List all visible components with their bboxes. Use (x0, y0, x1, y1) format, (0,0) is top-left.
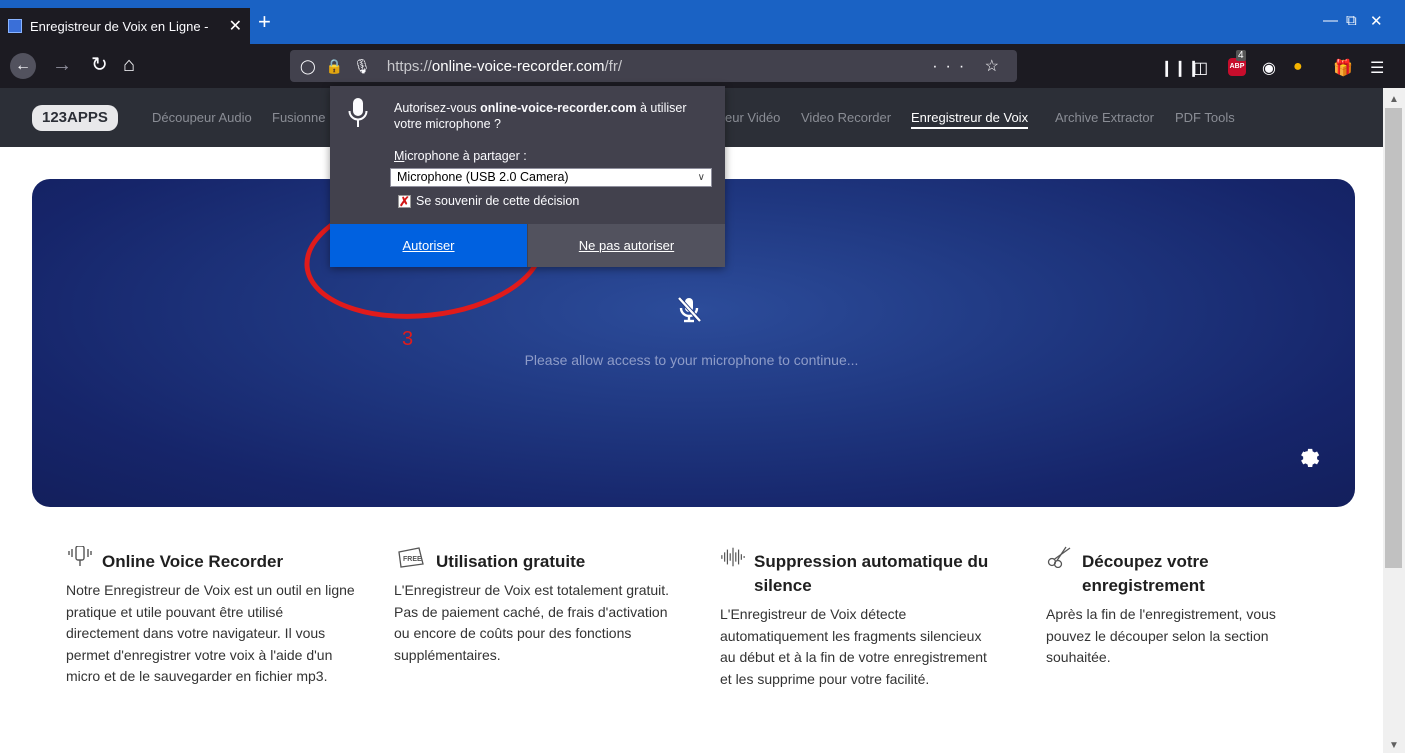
free-tag-icon: FREE (398, 547, 424, 568)
remember-decision-checkbox[interactable]: ✗ (398, 195, 411, 208)
scissors-icon (1047, 546, 1071, 568)
tab-close-icon[interactable]: ✕ (229, 16, 242, 36)
permission-question: Autorisez-vous online-voice-recorder.com… (394, 101, 687, 131)
nav-link-video-recorder[interactable]: Video Recorder (801, 110, 891, 125)
forward-button-icon[interactable]: → (52, 54, 72, 76)
url-text[interactable]: https://online-voice-recorder.com/fr/ (387, 58, 622, 75)
feature-text: Notre Enregistreur de Voix est un outil … (66, 582, 355, 684)
microphone-waves-icon (68, 546, 92, 566)
home-icon[interactable]: ⌂ (123, 54, 135, 76)
site-logo[interactable]: 123APPS (32, 105, 118, 131)
feature-title: Découpez votre enregistrement (1082, 552, 1209, 595)
feature-cut-recording: Découpez votre enregistrement Après la f… (1046, 546, 1316, 669)
tab-bar: Enregistreur de Voix en Ligne - ✕ + — ⧉ … (0, 0, 1405, 44)
url-prefix: https:// (386, 57, 432, 75)
remember-decision-label[interactable]: Se souvenir de cette décision (416, 194, 579, 208)
scroll-down-icon[interactable]: ▼ (1389, 740, 1399, 751)
settings-gear-icon[interactable] (1297, 445, 1321, 469)
svg-text:FREE: FREE (403, 556, 422, 563)
microphone-permission-popup: Autorisez-vous online-voice-recorder.com… (330, 86, 725, 267)
nav-link-archive-extractor[interactable]: Archive Extractor (1055, 110, 1154, 125)
sidebar-icon[interactable]: ◫ (1193, 58, 1208, 78)
new-tab-button[interactable]: + (258, 11, 271, 33)
feature-silence-removal: Suppression automatique du silence L'Enr… (720, 546, 990, 690)
waveform-icon (721, 547, 745, 567)
feature-free-usage: FREE Utilisation gratuite L'Enregistreur… (394, 546, 684, 666)
extension-icon[interactable]: ● (1293, 58, 1303, 76)
annotation-step-number: 3 (402, 328, 414, 350)
microphone-select-value: Microphone (USB 2.0 Camera) (397, 170, 569, 184)
address-bar[interactable]: ◯ 🔒 🎙 https://online-voice-recorder.com/… (290, 50, 1017, 82)
tab-title: Enregistreur de Voix en Ligne - (30, 18, 209, 34)
restore-icon[interactable]: ⧉ (1346, 12, 1357, 29)
minimize-icon[interactable]: — (1323, 12, 1338, 29)
nav-link-merger[interactable]: Fusionne (272, 110, 325, 125)
page-actions-icon[interactable]: ··· ☆ (932, 56, 1007, 76)
microphone-muted-icon (677, 296, 702, 323)
url-domain: online-voice-recorder.com (431, 57, 605, 75)
microphone-icon (348, 98, 368, 127)
feature-text: Après la fin de l'enregistrement, vous p… (1046, 606, 1276, 665)
microphone-select-label: Microphone à partager : (394, 149, 527, 163)
nav-link-audio-cutter[interactable]: Découpeur Audio (152, 110, 252, 125)
chevron-down-icon: ∨ (697, 172, 705, 183)
shield-icon[interactable]: ◯ (300, 58, 316, 75)
window-close-icon[interactable]: ✕ (1370, 12, 1383, 30)
nav-link-video-converter[interactable]: eur Vidéo (725, 110, 780, 125)
feature-text: L'Enregistreur de Voix détecte automatiq… (720, 606, 987, 687)
deny-button[interactable]: Ne pas autoriser (528, 224, 725, 267)
feature-text: L'Enregistreur de Voix est totalement gr… (394, 582, 670, 663)
feature-title: Online Voice Recorder (102, 552, 284, 571)
microphone-permission-icon[interactable]: 🎙 (353, 58, 371, 75)
menu-icon[interactable]: ☰ (1370, 58, 1384, 78)
browser-tab[interactable]: Enregistreur de Voix en Ligne - ✕ (0, 8, 250, 44)
adblock-count-badge: 4 (1236, 50, 1246, 61)
nav-link-pdf-tools[interactable]: PDF Tools (1175, 110, 1235, 125)
account-icon[interactable]: ◉ (1262, 58, 1276, 78)
lock-icon[interactable]: 🔒 (326, 58, 343, 75)
allow-button[interactable]: Autoriser (330, 224, 527, 267)
microphone-select[interactable]: Microphone (USB 2.0 Camera) ∨ (390, 168, 712, 187)
feature-online-voice-recorder: Online Voice Recorder Notre Enregistreur… (66, 546, 356, 688)
site-favicon-icon (8, 19, 22, 33)
feature-title: Utilisation gratuite (436, 552, 586, 571)
reload-icon[interactable]: ↻ (91, 54, 108, 76)
permission-domain: online-voice-recorder.com (480, 101, 637, 115)
url-path: /fr/ (604, 57, 623, 75)
feature-title: Suppression automatique du silence (754, 552, 989, 595)
back-button-icon[interactable]: ← (10, 53, 36, 79)
scroll-up-icon[interactable]: ▲ (1389, 94, 1399, 105)
whats-new-icon[interactable]: 🎁 (1333, 58, 1353, 78)
allow-microphone-message: Please allow access to your microphone t… (524, 352, 859, 368)
nav-link-voice-recorder[interactable]: Enregistreur de Voix (911, 110, 1029, 129)
scrollbar-thumb[interactable] (1385, 108, 1402, 568)
